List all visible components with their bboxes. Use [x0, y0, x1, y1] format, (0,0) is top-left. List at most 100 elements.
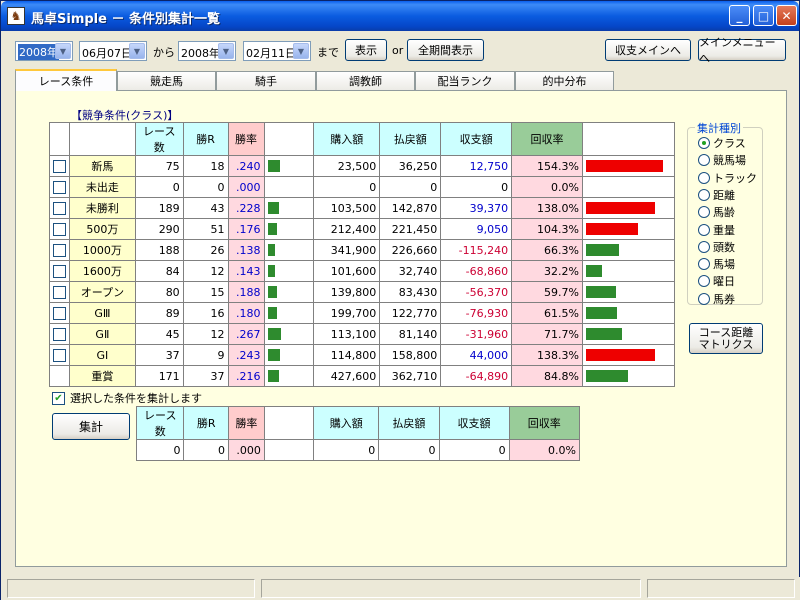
tab-jockeys[interactable]: 騎手	[216, 71, 316, 90]
show-button[interactable]: 表示	[345, 39, 387, 61]
radio-icon[interactable]	[698, 154, 710, 167]
row-label: 500万	[69, 218, 136, 240]
row-select-cell[interactable]	[49, 155, 70, 177]
summary-header-payout: 払戻額	[378, 406, 440, 440]
aggregate-type-option[interactable]: 馬齢	[698, 204, 735, 220]
chevron-down-icon[interactable]: ▼	[218, 43, 234, 59]
radio-icon[interactable]	[698, 137, 710, 149]
horse-app-icon[interactable]: ♞	[7, 7, 25, 25]
balance-cell: -115,240	[440, 239, 513, 261]
tab-trainers[interactable]: 調教師	[316, 71, 415, 90]
win-rate-cell: .180	[227, 302, 265, 324]
purchase-cell: 427,600	[313, 365, 381, 387]
recovery-bar	[585, 202, 655, 214]
recovery-bar-cell	[581, 155, 676, 177]
radio-icon[interactable]	[698, 292, 710, 305]
balance-cell: 12,750	[440, 155, 513, 177]
aggregate-type-option[interactable]: クラス	[698, 135, 746, 151]
row-select-cell[interactable]	[49, 323, 70, 345]
tab-payout-rank[interactable]: 配当ランク	[415, 71, 515, 90]
chevron-down-icon[interactable]: ▼	[293, 43, 309, 59]
aggregate-type-option[interactable]: 馬場	[698, 256, 735, 272]
aggregate-selected-toggle[interactable]: ✔ 選択した条件を集計します	[52, 390, 202, 406]
row-select-cell[interactable]	[49, 197, 70, 219]
win-rate-cell: .267	[227, 323, 265, 345]
income-main-button[interactable]: 収支メインへ	[605, 39, 691, 61]
recovery-cell: 138.0%	[511, 197, 583, 219]
row-checkbox[interactable]	[53, 306, 66, 320]
tab-hit-distribution[interactable]: 的中分布	[515, 71, 614, 90]
row-label: GⅢ	[69, 302, 136, 324]
payout-cell: 158,800	[379, 344, 442, 366]
all-period-button[interactable]: 全期間表示	[407, 39, 484, 61]
races-cell: 80	[134, 281, 184, 303]
row-select-cell[interactable]	[49, 239, 70, 261]
payout-cell: 122,770	[379, 302, 442, 324]
win-rate-bar	[267, 349, 280, 361]
aggregate-type-option[interactable]: 重量	[698, 222, 735, 238]
from-date-select[interactable]: 06月07日 ▼	[79, 41, 147, 61]
aggregate-type-option[interactable]: トラック	[698, 170, 757, 186]
row-checkbox[interactable]	[53, 159, 66, 173]
radio-icon[interactable]	[698, 258, 710, 271]
course-matrix-button[interactable]: コース距離 マトリクス	[689, 323, 763, 354]
row-checkbox[interactable]	[53, 201, 66, 215]
aggregate-selected-checkbox[interactable]: ✔	[52, 391, 65, 405]
table-header-row: レース数 勝R 勝率 購入額 払戻額 収支額 回収率	[49, 122, 676, 156]
radio-icon[interactable]	[698, 240, 710, 253]
aggregate-type-option[interactable]: 馬券	[698, 291, 735, 307]
to-year-select[interactable]: 2008年 ▼	[178, 41, 236, 61]
payout-cell: 81,140	[379, 323, 442, 345]
radio-icon[interactable]	[698, 223, 710, 236]
from-label: から	[153, 46, 175, 59]
to-date-select[interactable]: 02月11日 ▼	[243, 41, 311, 61]
win-rate-cell: .176	[227, 218, 265, 240]
row-checkbox[interactable]	[53, 285, 66, 299]
win-rate-bar-cell	[263, 281, 315, 303]
row-checkbox[interactable]	[53, 222, 66, 236]
tab-horses[interactable]: 競走馬	[117, 71, 216, 90]
balance-cell: -76,930	[440, 302, 513, 324]
win-rate-cell: .000	[227, 176, 265, 198]
win-rate-bar-cell	[263, 239, 315, 261]
recovery-cell: 0.0%	[511, 176, 583, 198]
row-checkbox[interactable]	[53, 180, 66, 194]
row-select-cell[interactable]	[49, 281, 70, 303]
blank-header-cell	[49, 122, 70, 156]
aggregate-type-option[interactable]: 曜日	[698, 273, 735, 289]
wins-cell: 26	[182, 239, 229, 261]
row-select-cell[interactable]	[49, 344, 70, 366]
aggregate-type-option[interactable]: 競馬場	[698, 152, 746, 168]
row-checkbox[interactable]	[53, 264, 66, 278]
maximize-button[interactable]: □	[753, 5, 774, 26]
row-select-cell[interactable]	[49, 302, 70, 324]
row-label: GⅠ	[69, 344, 136, 366]
aggregate-type-option[interactable]: 距離	[698, 187, 735, 203]
row-checkbox[interactable]	[53, 243, 66, 257]
main-menu-button[interactable]: メインメニューへ	[698, 36, 786, 65]
title-bar[interactable]: ♞ 馬卓Simple － 条件別集計一覧 _ □ ✕	[1, 1, 799, 31]
row-select-cell[interactable]	[49, 260, 70, 282]
radio-icon[interactable]	[698, 171, 710, 184]
races-cell: 188	[134, 239, 184, 261]
aggregate-button[interactable]: 集計	[52, 413, 130, 440]
row-select-cell[interactable]	[49, 218, 70, 240]
radio-icon[interactable]	[698, 206, 710, 219]
radio-icon[interactable]	[698, 275, 710, 288]
row-select-cell[interactable]	[49, 176, 70, 198]
row-checkbox[interactable]	[53, 327, 66, 341]
aggregate-type-option[interactable]: 頭数	[698, 239, 735, 255]
minimize-button[interactable]: _	[729, 5, 750, 26]
tab-race-conditions[interactable]: レース条件	[15, 69, 117, 91]
close-button[interactable]: ✕	[776, 5, 797, 26]
chevron-down-icon[interactable]: ▼	[129, 43, 145, 59]
chevron-down-icon[interactable]: ▼	[55, 43, 71, 59]
summary-races: 0	[135, 439, 185, 461]
radio-icon[interactable]	[698, 188, 710, 201]
races-cell: 0	[134, 176, 184, 198]
header-win-rate: 勝率	[227, 122, 265, 156]
row-checkbox[interactable]	[53, 348, 66, 362]
table-row: GⅡ 45 12.267 113,100 81,140 -31,960 71.7%	[49, 323, 676, 345]
purchase-cell: 0	[313, 176, 381, 198]
from-year-select[interactable]: 2008年 ▼	[15, 41, 73, 61]
